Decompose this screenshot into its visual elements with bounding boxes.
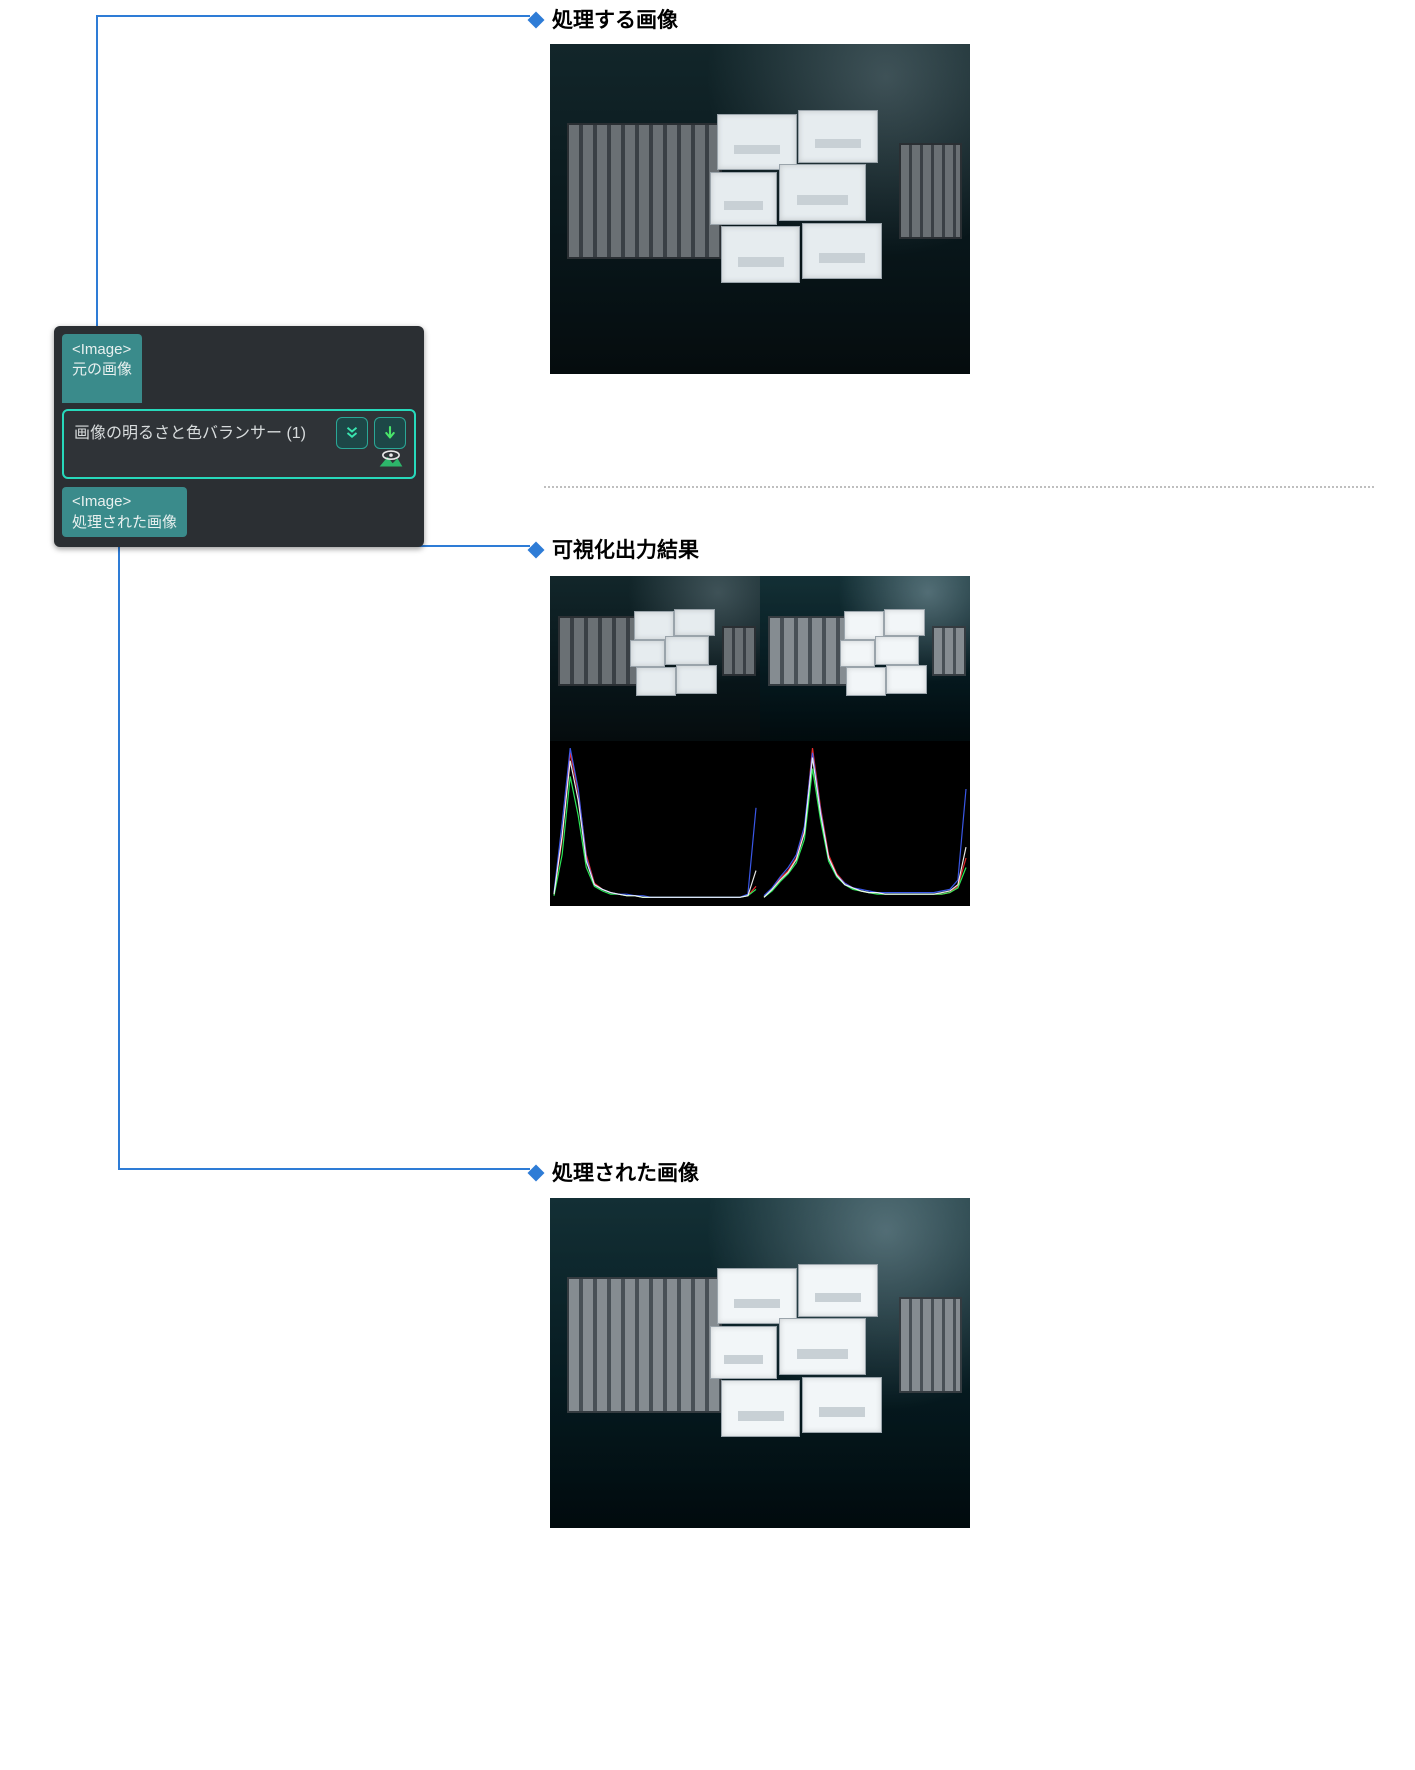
section-title-input: 処理する画像 bbox=[530, 4, 678, 34]
section-title-output: 処理された画像 bbox=[530, 1157, 699, 1187]
port-type: <Image> bbox=[72, 341, 131, 358]
execute-all-button[interactable] bbox=[336, 417, 368, 449]
processing-node[interactable]: <Image> 元の画像 画像の明るさと色バランサー (1) bbox=[54, 326, 424, 547]
input-histogram bbox=[550, 741, 760, 906]
execute-step-button[interactable] bbox=[374, 417, 406, 449]
node-body[interactable]: 画像の明るさと色バランサー (1) bbox=[62, 409, 416, 479]
arrow-down-icon bbox=[381, 424, 399, 442]
port-type: <Image> bbox=[72, 493, 131, 510]
output-port[interactable]: <Image> 処理された画像 bbox=[62, 487, 187, 537]
diamond-bullet-icon bbox=[528, 542, 545, 559]
input-image bbox=[550, 44, 970, 374]
section-title-vis: 可視化出力結果 bbox=[530, 534, 699, 564]
section-title-text: 処理された画像 bbox=[552, 1162, 699, 1185]
vis-output-thumb bbox=[760, 576, 970, 741]
connector-line bbox=[96, 15, 530, 17]
connector-line bbox=[96, 15, 98, 333]
vis-input-thumb bbox=[550, 576, 760, 741]
connector-line bbox=[118, 530, 120, 1170]
section-title-text: 可視化出力結果 bbox=[552, 539, 699, 562]
eye-image-icon[interactable] bbox=[378, 449, 404, 471]
port-label: 元の画像 bbox=[72, 361, 132, 378]
double-chevron-down-icon bbox=[343, 424, 361, 442]
output-histogram bbox=[760, 741, 970, 906]
node-title: 画像の明るさと色バランサー (1) bbox=[74, 425, 306, 442]
output-image bbox=[550, 1198, 970, 1528]
section-title-text: 処理する画像 bbox=[552, 9, 678, 32]
divider bbox=[544, 486, 1374, 488]
diamond-bullet-icon bbox=[528, 12, 545, 29]
input-port[interactable]: <Image> 元の画像 bbox=[62, 334, 142, 403]
diamond-bullet-icon bbox=[528, 1165, 545, 1182]
port-label: 処理された画像 bbox=[72, 514, 177, 531]
visualization-output bbox=[550, 576, 970, 906]
connector-line bbox=[118, 1168, 530, 1170]
